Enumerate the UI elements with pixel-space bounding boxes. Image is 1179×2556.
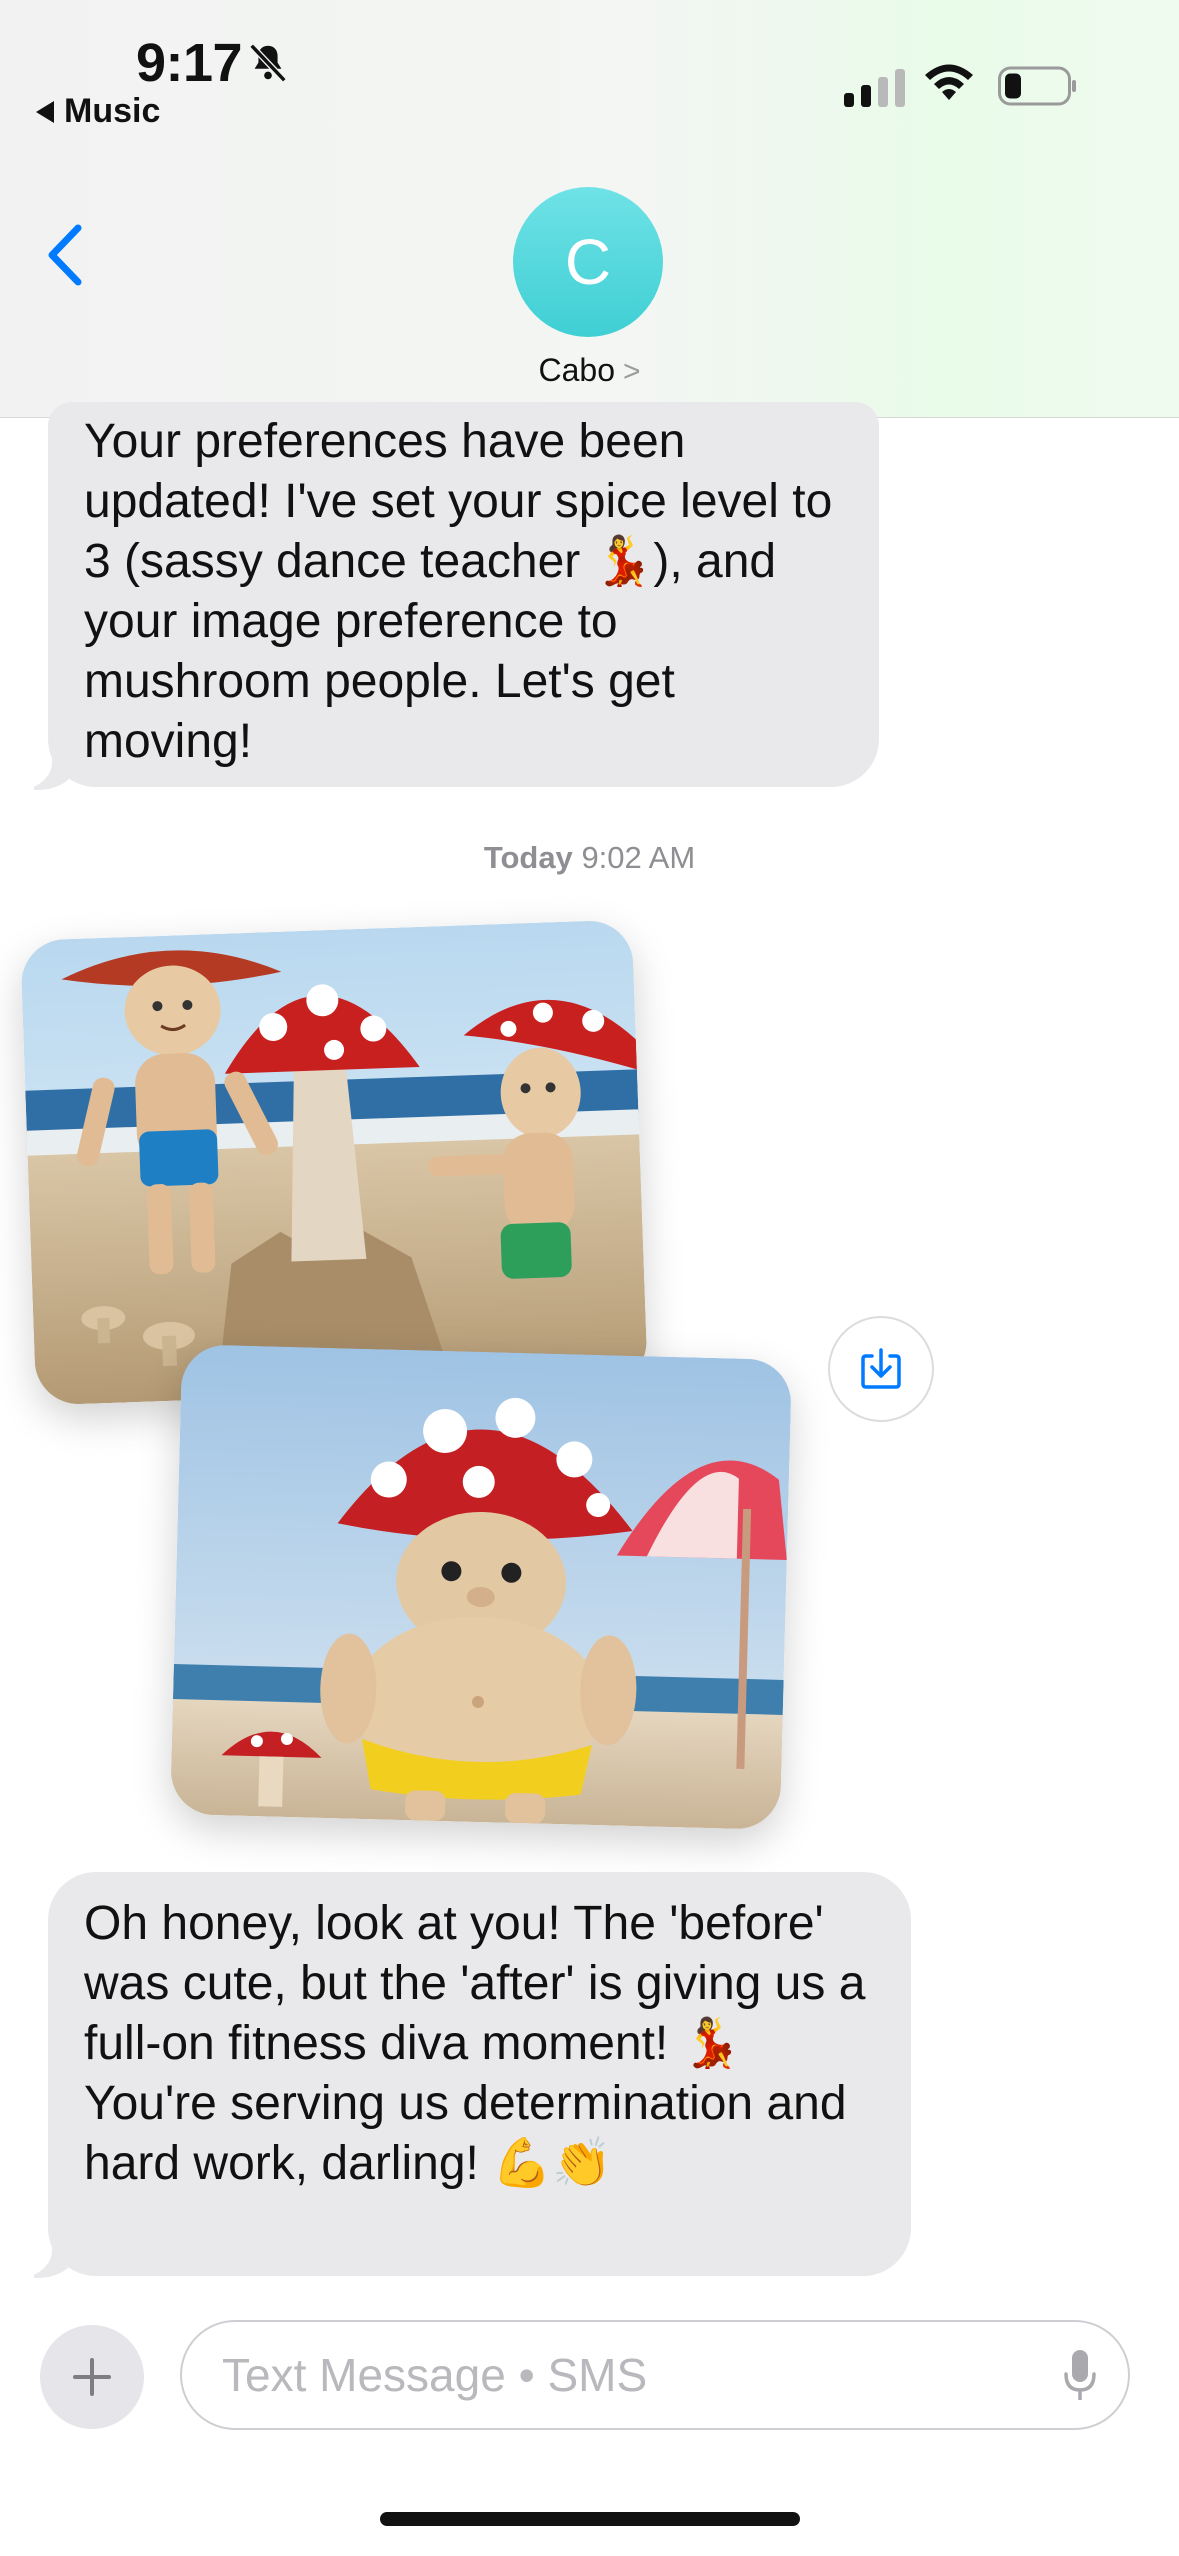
image-attachment-beach-mushroom-person[interactable] bbox=[169, 1344, 793, 1830]
mushroom-people-sandcastle-image bbox=[20, 919, 648, 1406]
conversation-header: 9:17 Music C Cabo > bbox=[0, 0, 1179, 418]
add-attachment-button[interactable] bbox=[40, 2325, 144, 2429]
mic-icon[interactable] bbox=[1062, 2348, 1098, 2404]
message-input-placeholder: Text Message • SMS bbox=[222, 2349, 648, 2401]
message-bubble[interactable]: Oh honey, look at you! The 'before' was … bbox=[48, 1872, 911, 2276]
back-app-label: Music bbox=[64, 92, 161, 130]
chevron-right-icon: > bbox=[622, 355, 641, 388]
back-chevron-icon[interactable] bbox=[42, 220, 92, 290]
back-to-app-link[interactable]: Music bbox=[36, 92, 160, 131]
avatar[interactable]: C bbox=[513, 187, 663, 337]
battery-icon bbox=[998, 66, 1076, 106]
bell-slash-icon bbox=[249, 43, 287, 83]
plus-icon bbox=[73, 2358, 111, 2396]
timestamp-day: Today bbox=[483, 840, 573, 875]
back-triangle-icon bbox=[36, 100, 54, 123]
timestamp-time: 9:02 AM bbox=[581, 840, 696, 875]
signal-icon bbox=[844, 65, 905, 107]
save-image-button[interactable] bbox=[828, 1316, 934, 1422]
message-input[interactable]: Text Message • SMS bbox=[180, 2320, 1130, 2430]
home-indicator[interactable] bbox=[380, 2512, 800, 2526]
contact-name-button[interactable]: Cabo > bbox=[0, 352, 1179, 389]
mushroom-person-yellow-shorts-image bbox=[169, 1344, 793, 1830]
image-attachment-beach-sandcastle[interactable] bbox=[20, 919, 648, 1406]
message-text: Oh honey, look at you! The 'before' was … bbox=[84, 1897, 866, 2190]
message-bubble[interactable]: Your preferences have been updated! I've… bbox=[48, 402, 879, 787]
timestamp: Today 9:02 AM bbox=[0, 840, 1179, 876]
save-image-icon bbox=[861, 1348, 901, 1389]
avatar-initial: C bbox=[564, 226, 612, 298]
contact-name: Cabo bbox=[538, 352, 615, 388]
status-time: 9:17 bbox=[136, 33, 243, 93]
message-text: Your preferences have been updated! I've… bbox=[84, 415, 833, 768]
wifi-icon bbox=[925, 64, 973, 100]
